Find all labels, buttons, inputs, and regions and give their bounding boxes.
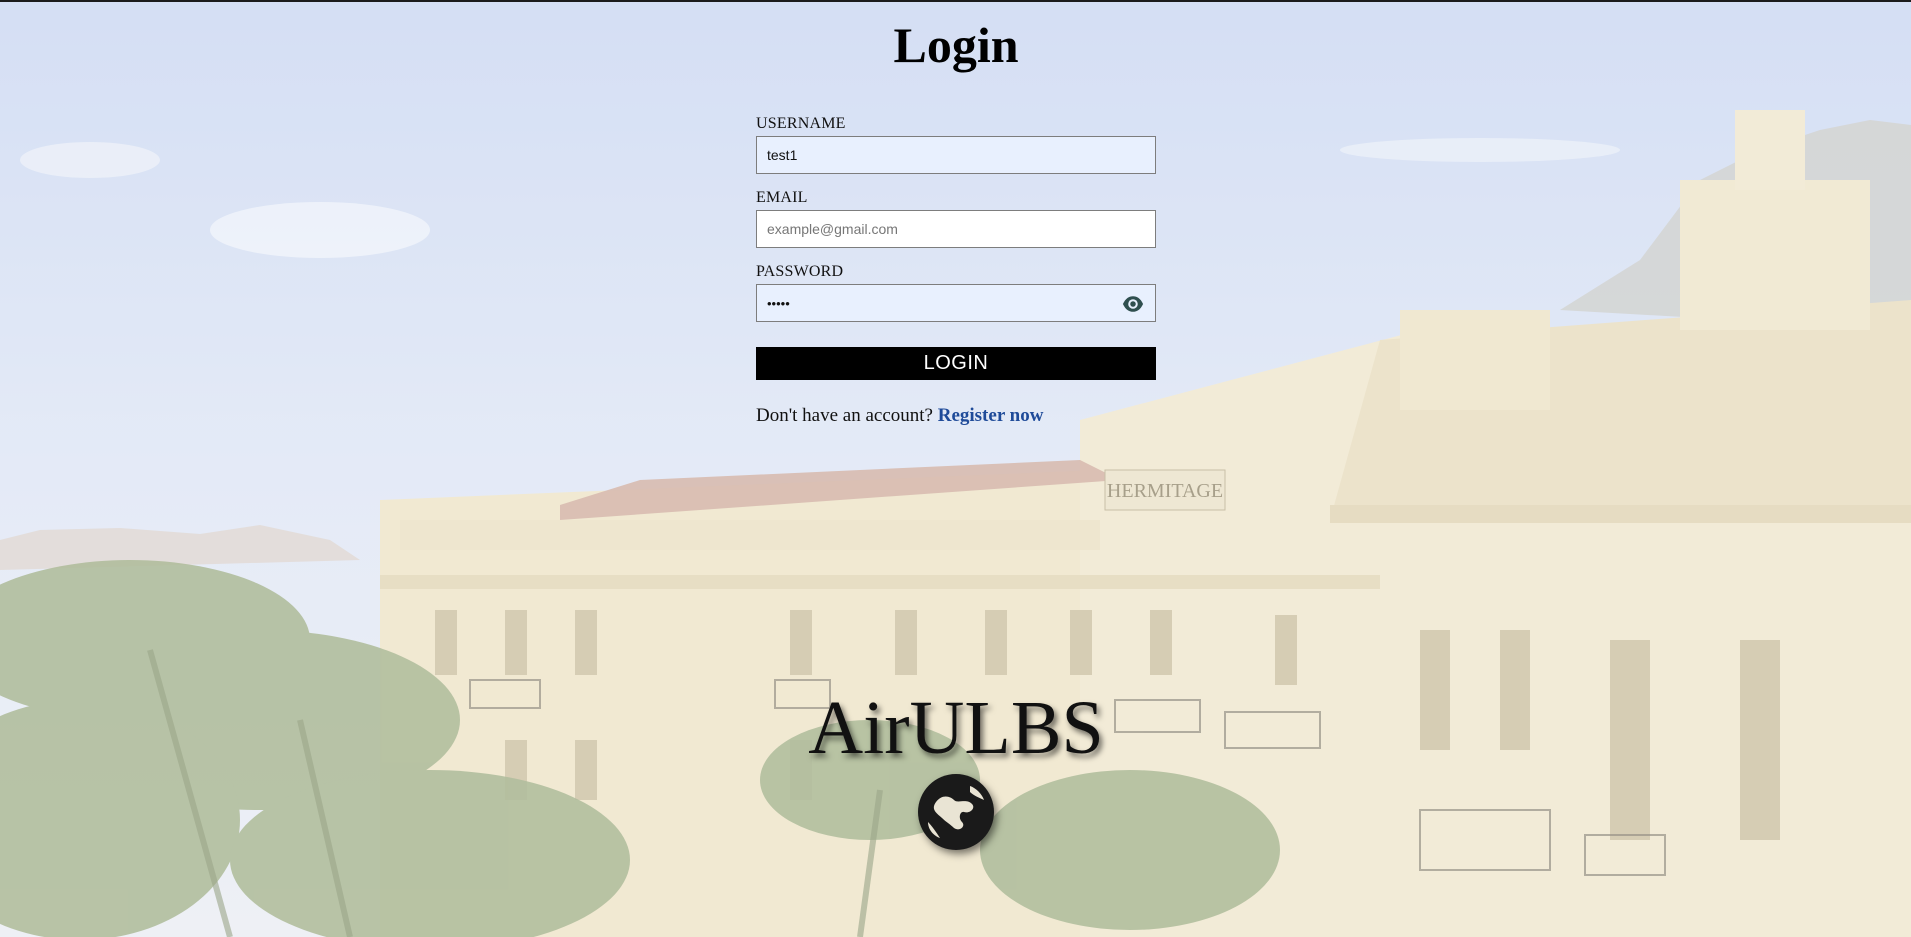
password-field-wrapper [756,284,1156,322]
page-title: Login [893,17,1019,73]
brand-name: AirULBS [808,686,1104,770]
username-label: USERNAME [756,115,846,132]
register-prompt: Don't have an account? Register now [756,405,1043,427]
brand-block: AirULBS [756,690,1156,852]
password-label: PASSWORD [756,263,844,280]
username-input[interactable] [757,137,1155,173]
top-border [0,0,1911,2]
eye-icon[interactable] [1121,293,1145,315]
email-field-wrapper [756,210,1156,248]
password-input[interactable] [757,285,1155,321]
register-prompt-text: Don't have an account? [756,405,933,426]
email-input[interactable] [757,211,1155,247]
email-label: EMAIL [756,189,808,206]
username-field-wrapper [756,136,1156,174]
register-link[interactable]: Register now [938,405,1044,426]
login-button[interactable]: LOGIN [756,347,1156,380]
globe-icon [918,774,994,850]
